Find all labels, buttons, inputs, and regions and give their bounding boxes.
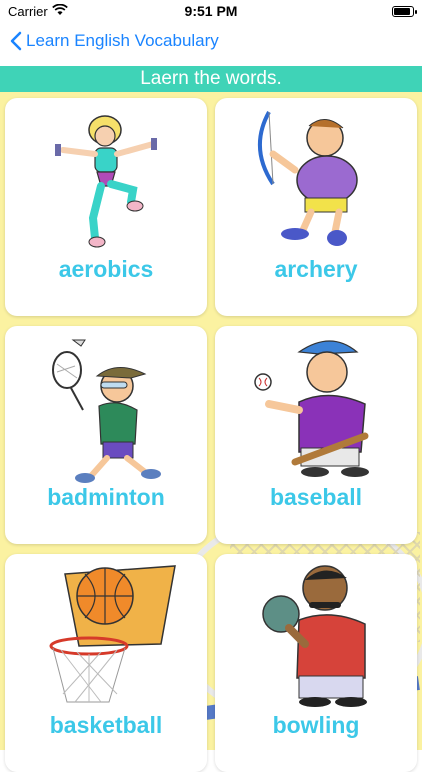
bowling-illustration-icon — [262, 565, 367, 707]
word-card-aerobics[interactable]: aerobics — [5, 98, 207, 316]
battery-icon — [392, 6, 417, 17]
chevron-left-icon — [10, 31, 22, 51]
word-label: bowling — [272, 712, 360, 738]
word-label: basketball — [49, 712, 163, 738]
status-time: 9:51 PM — [184, 3, 238, 19]
word-label: baseball — [269, 484, 363, 510]
navigation-bar: Learn English Vocabulary — [0, 26, 422, 66]
basketball-illustration-icon — [49, 565, 176, 703]
word-label: badminton — [47, 484, 165, 510]
word-label: aerobics — [58, 256, 154, 282]
archery-illustration-icon — [257, 111, 358, 246]
word-card-basketball[interactable]: basketball — [5, 554, 207, 772]
word-label: archery — [274, 256, 358, 282]
word-card-bowling[interactable]: bowling — [215, 554, 417, 772]
word-card-baseball[interactable]: baseball — [215, 326, 417, 544]
status-bar: Carrier 9:51 PM — [0, 0, 422, 26]
badminton-illustration-icon — [52, 339, 161, 483]
word-card-archery[interactable]: archery — [215, 98, 417, 316]
aerobics-illustration-icon — [55, 115, 157, 248]
instruction-banner: Laern the words. — [0, 66, 422, 92]
back-button-label: Learn English Vocabulary — [26, 31, 219, 50]
baseball-illustration-icon — [254, 340, 369, 477]
word-card-badminton[interactable]: badminton — [5, 326, 207, 544]
back-button[interactable]: Learn English Vocabulary — [10, 31, 219, 51]
